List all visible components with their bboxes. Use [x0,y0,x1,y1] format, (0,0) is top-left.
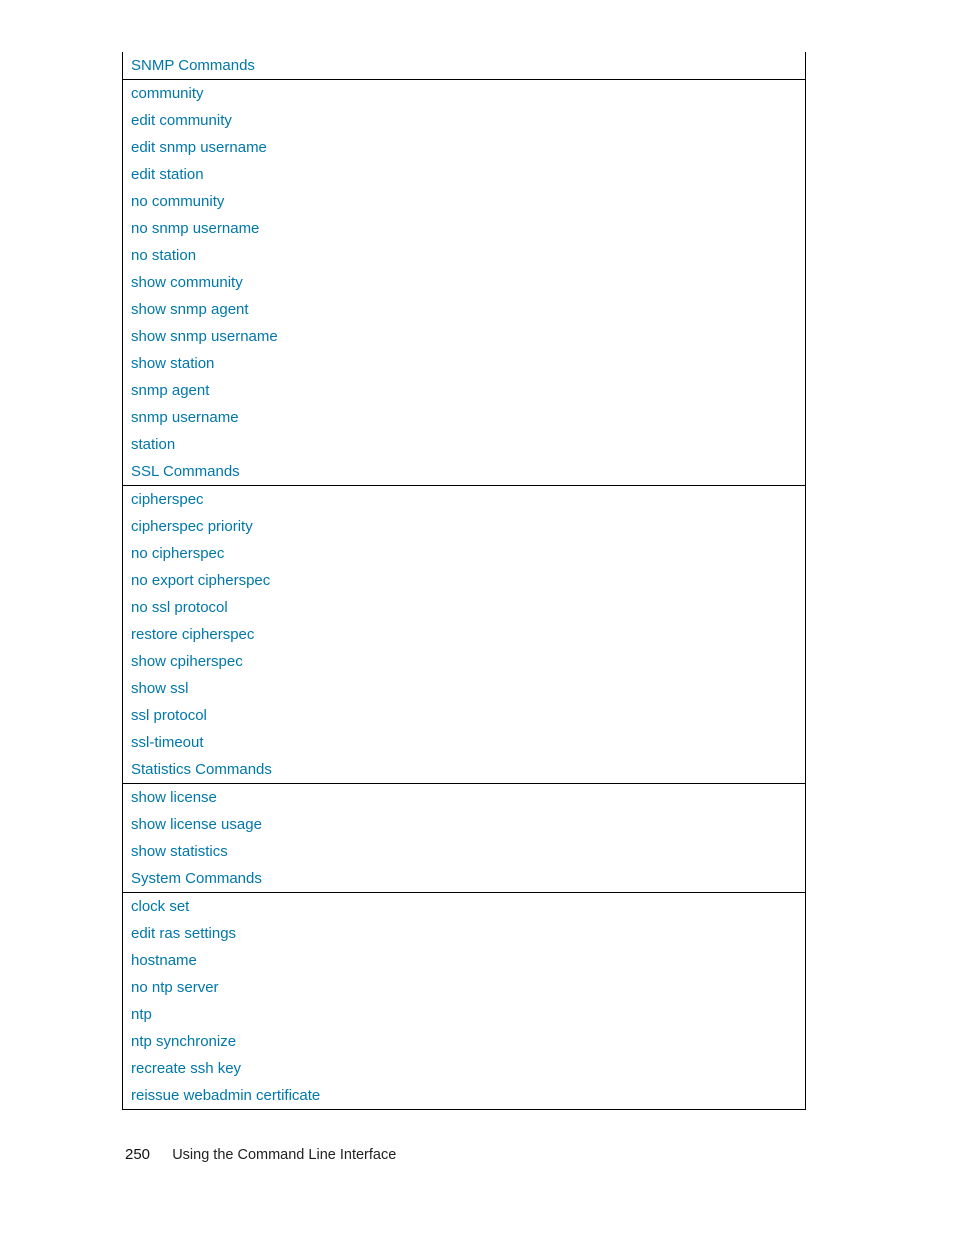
command-link[interactable]: ssl-timeout [131,734,204,751]
command-link[interactable]: snmp agent [131,382,209,399]
command-link[interactable]: show cpiherspec [131,653,243,670]
command-row: recreate ssh key [123,1055,805,1082]
command-row: restore cipherspec [123,621,805,648]
command-row: no snmp username [123,215,805,242]
command-link[interactable]: no snmp username [131,220,259,237]
command-row: community [123,80,805,107]
section-heading: System Commands [123,865,805,893]
section-heading: SSL Commands [123,458,805,486]
command-link[interactable]: ntp [131,1006,152,1023]
command-link[interactable]: restore cipherspec [131,626,254,643]
command-row: no community [123,188,805,215]
section-link[interactable]: SSL Commands [131,463,240,480]
command-link[interactable]: cipherspec priority [131,518,253,535]
command-link[interactable]: show snmp agent [131,301,249,318]
command-row: snmp username [123,404,805,431]
section-link[interactable]: SNMP Commands [131,57,255,74]
command-row: show license [123,784,805,811]
command-link[interactable]: no ssl protocol [131,599,228,616]
command-row: station [123,431,805,458]
command-link[interactable]: community [131,85,204,102]
command-row: edit station [123,161,805,188]
command-link[interactable]: show snmp username [131,328,278,345]
command-row: cipherspec priority [123,513,805,540]
command-link[interactable]: ntp synchronize [131,1033,236,1050]
command-row: hostname [123,947,805,974]
command-row: snmp agent [123,377,805,404]
command-link[interactable]: show station [131,355,214,372]
command-row: show station [123,350,805,377]
command-link[interactable]: edit ras settings [131,925,236,942]
command-row: edit snmp username [123,134,805,161]
section-heading: SNMP Commands [123,52,805,80]
command-row: show ssl [123,675,805,702]
command-row: show snmp agent [123,296,805,323]
command-link[interactable]: show license usage [131,816,262,833]
command-row: ntp synchronize [123,1028,805,1055]
page-number: 250 [125,1146,150,1163]
command-link[interactable]: reissue webadmin certificate [131,1087,320,1104]
command-link[interactable]: edit community [131,112,232,129]
command-row: show community [123,269,805,296]
command-row: no cipherspec [123,540,805,567]
chapter-title: Using the Command Line Interface [172,1147,396,1163]
command-row: clock set [123,893,805,920]
command-row: edit ras settings [123,920,805,947]
command-link[interactable]: cipherspec [131,491,204,508]
command-row: no ssl protocol [123,594,805,621]
command-link[interactable]: recreate ssh key [131,1060,241,1077]
command-link[interactable]: hostname [131,952,197,969]
command-row: no station [123,242,805,269]
command-link[interactable]: show ssl [131,680,189,697]
command-link[interactable]: no cipherspec [131,545,224,562]
section-heading: Statistics Commands [123,756,805,784]
command-row: edit community [123,107,805,134]
command-row: reissue webadmin certificate [123,1082,805,1109]
command-row: ntp [123,1001,805,1028]
command-row: ssl-timeout [123,729,805,756]
command-link[interactable]: show license [131,789,217,806]
command-row: cipherspec [123,486,805,513]
command-row: ssl protocol [123,702,805,729]
command-row: no export cipherspec [123,567,805,594]
command-link[interactable]: station [131,436,175,453]
command-link[interactable]: no export cipherspec [131,572,270,589]
command-link[interactable]: snmp username [131,409,239,426]
command-link[interactable]: clock set [131,898,189,915]
command-link[interactable]: edit snmp username [131,139,267,156]
command-link[interactable]: edit station [131,166,204,183]
command-row: no ntp server [123,974,805,1001]
section-link[interactable]: Statistics Commands [131,761,272,778]
command-link[interactable]: show statistics [131,843,228,860]
section-link[interactable]: System Commands [131,870,262,887]
command-row: show license usage [123,811,805,838]
command-link[interactable]: no station [131,247,196,264]
command-link[interactable]: no ntp server [131,979,219,996]
command-link[interactable]: no community [131,193,224,210]
command-link[interactable]: show community [131,274,243,291]
command-row: show statistics [123,838,805,865]
page-footer: 250 Using the Command Line Interface [125,1146,396,1163]
command-table: SNMP Commands community edit community edit… [122,52,806,1110]
command-link[interactable]: ssl protocol [131,707,207,724]
command-row: show snmp username [123,323,805,350]
command-row: show cpiherspec [123,648,805,675]
